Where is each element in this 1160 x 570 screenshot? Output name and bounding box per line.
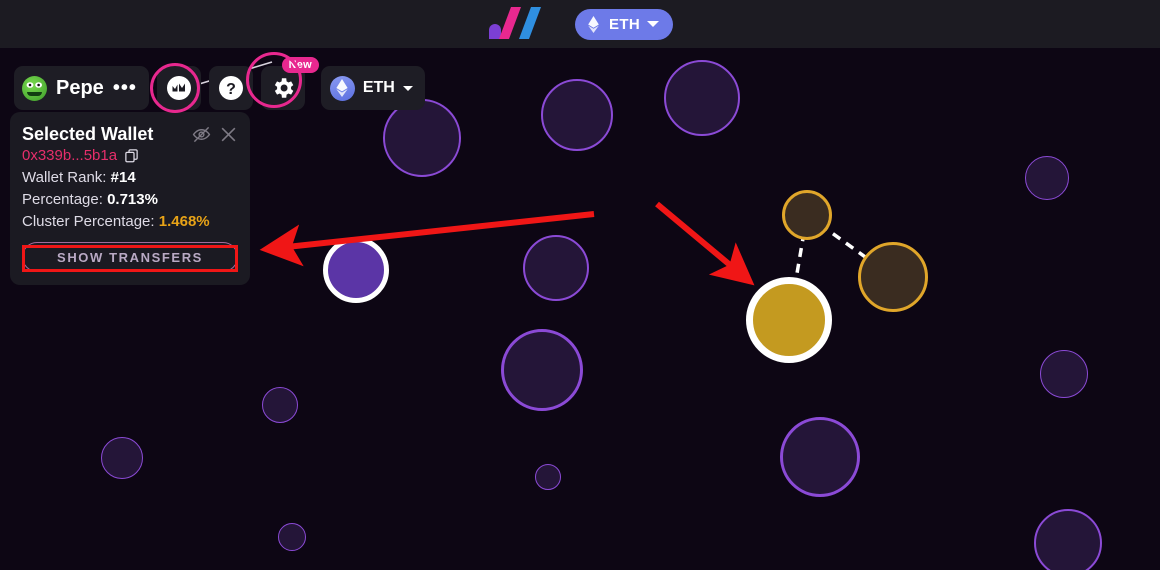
- holder-bubble[interactable]: [664, 60, 740, 136]
- pepe-mouth: [27, 91, 42, 96]
- wallet-stat-value: 1.468%: [158, 213, 210, 230]
- network-selector-pill[interactable]: ETH: [575, 8, 673, 40]
- wallet-stats: Wallet Rank: #14 Percentage: 0.713% Cluste…: [22, 169, 238, 230]
- wallet-stat-value: 0.713%: [107, 191, 158, 208]
- selected-wallet-panel: Selected Wallet 0x339b...5b1a Wallet Ran…: [10, 112, 250, 285]
- top-header: ETH: [0, 0, 1160, 48]
- question-mark-icon: ?: [218, 76, 243, 100]
- wallet-stat-row: Wallet Rank: #14: [22, 169, 238, 186]
- new-badge: New: [281, 57, 319, 73]
- wallet-stat-label: Percentage:: [22, 191, 108, 208]
- holder-bubble[interactable]: [1040, 350, 1088, 398]
- transfer-source-bubble[interactable]: [746, 277, 832, 363]
- svg-text:?: ?: [226, 81, 236, 98]
- holder-bubble[interactable]: [1025, 156, 1069, 200]
- wallet-stat-row: Cluster Percentage: 1.468%: [22, 213, 238, 230]
- wallet-address-row: 0x339b...5b1a: [22, 147, 238, 164]
- chain-chip-label: ETH: [362, 79, 395, 96]
- panel-title: Selected Wallet: [22, 124, 154, 144]
- wallet-stat-value: #14: [110, 169, 136, 186]
- transfer-peer-bubble[interactable]: [782, 190, 832, 240]
- eye-off-icon[interactable]: [192, 125, 211, 144]
- holder-bubble[interactable]: [262, 387, 298, 423]
- gear-icon: [274, 78, 294, 98]
- magiceden-icon: [166, 76, 191, 100]
- wallet-stat-label: Cluster Percentage:: [22, 213, 159, 230]
- wallet-stat-row: Percentage: 0.713%: [22, 191, 238, 208]
- wallet-stat-label: Wallet Rank:: [22, 169, 111, 186]
- panel-header: Selected Wallet: [22, 124, 238, 145]
- token-chip[interactable]: Pepe •••: [14, 66, 149, 110]
- holder-bubble[interactable]: [535, 464, 561, 490]
- holder-bubble[interactable]: [1034, 509, 1102, 570]
- pepe-avatar: [22, 75, 47, 101]
- holder-bubble[interactable]: [523, 235, 589, 301]
- transfer-peer-bubble[interactable]: [858, 242, 928, 312]
- magiceden-button[interactable]: [156, 66, 201, 110]
- holder-bubble[interactable]: [101, 437, 143, 479]
- holder-bubble[interactable]: [278, 523, 306, 551]
- settings-button[interactable]: New: [260, 57, 319, 110]
- ethereum-icon: [329, 75, 355, 101]
- copy-icon[interactable]: [124, 148, 139, 163]
- token-name: Pepe: [56, 76, 104, 99]
- help-button[interactable]: ?: [208, 66, 253, 110]
- token-toolbar: Pepe ••• ? New ETH: [14, 57, 425, 110]
- token-more-icon[interactable]: •••: [113, 78, 137, 98]
- holder-bubble[interactable]: [383, 99, 461, 177]
- chevron-down-icon: [646, 21, 659, 27]
- close-icon[interactable]: [219, 125, 238, 144]
- app-logo: [487, 7, 549, 39]
- ethereum-icon: [588, 15, 599, 33]
- holder-bubble[interactable]: [780, 417, 860, 497]
- network-pill-label: ETH: [609, 15, 640, 33]
- selected-wallet-bubble[interactable]: [323, 237, 389, 303]
- chevron-down-icon: [402, 85, 413, 91]
- holder-bubble[interactable]: [501, 329, 583, 411]
- show-transfers-button[interactable]: SHOW TRANSFERS: [22, 242, 238, 272]
- chain-chip[interactable]: ETH: [320, 66, 425, 110]
- bubble-map-app: ETH Pepe ••• ? New ETH Selected Wallet 0…: [0, 0, 1160, 570]
- show-transfers-label: SHOW TRANSFERS: [57, 249, 203, 265]
- holder-bubble[interactable]: [541, 79, 613, 151]
- wallet-address[interactable]: 0x339b...5b1a: [22, 147, 117, 164]
